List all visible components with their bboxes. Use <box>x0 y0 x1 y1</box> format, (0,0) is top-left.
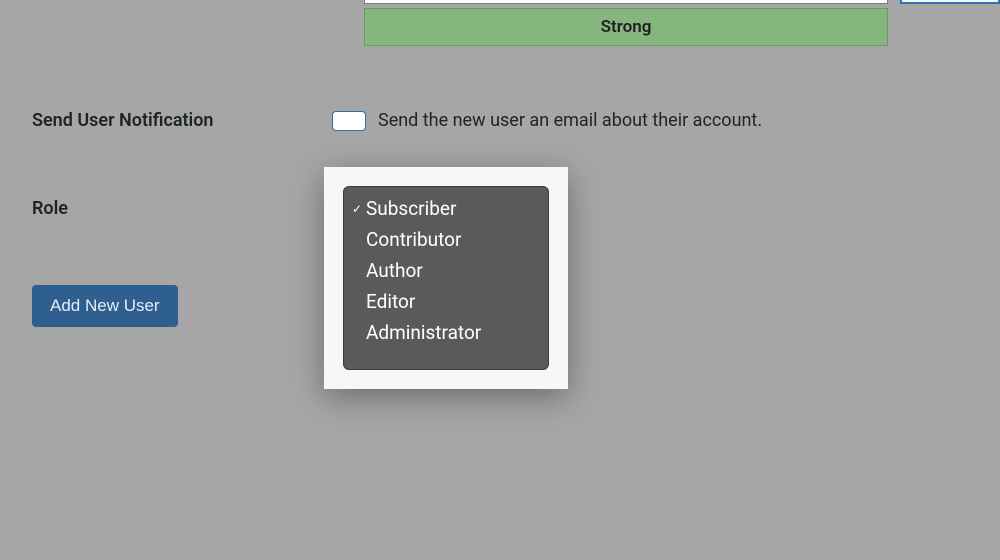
role-option-label: Editor <box>366 290 415 313</box>
row-role: Role <box>0 198 332 219</box>
generate-password-button-fragment[interactable] <box>900 0 1000 4</box>
checkmark-icon: ✓ <box>350 202 364 216</box>
role-option-label: Subscriber <box>366 197 456 220</box>
role-option-label: Author <box>366 259 423 282</box>
role-option-administrator[interactable]: ✓ Administrator <box>344 317 548 348</box>
role-option-label: Contributor <box>366 228 461 251</box>
role-option-author[interactable]: ✓ Author <box>344 255 548 286</box>
send-notification-description: Send the new user an email about their a… <box>378 110 762 131</box>
row-send-user-notification: Send User Notification Send the new user… <box>0 110 762 131</box>
role-select-popover: ✓ Subscriber ✓ Contributor ✓ Author ✓ Ed… <box>324 167 568 389</box>
label-role: Role <box>0 198 332 219</box>
send-notification-checkbox[interactable] <box>332 111 366 131</box>
submit-row: Add New User <box>32 285 178 327</box>
password-strength-meter: Strong <box>364 8 888 46</box>
role-option-editor[interactable]: ✓ Editor <box>344 286 548 317</box>
label-send-user-notification: Send User Notification <box>0 110 332 131</box>
role-option-subscriber[interactable]: ✓ Subscriber <box>344 193 548 224</box>
password-strength-label: Strong <box>601 17 652 37</box>
add-new-user-button[interactable]: Add New User <box>32 285 178 327</box>
role-option-label: Administrator <box>366 321 481 344</box>
password-input-outline[interactable] <box>364 0 888 4</box>
role-option-contributor[interactable]: ✓ Contributor <box>344 224 548 255</box>
role-select-listbox[interactable]: ✓ Subscriber ✓ Contributor ✓ Author ✓ Ed… <box>343 186 549 370</box>
